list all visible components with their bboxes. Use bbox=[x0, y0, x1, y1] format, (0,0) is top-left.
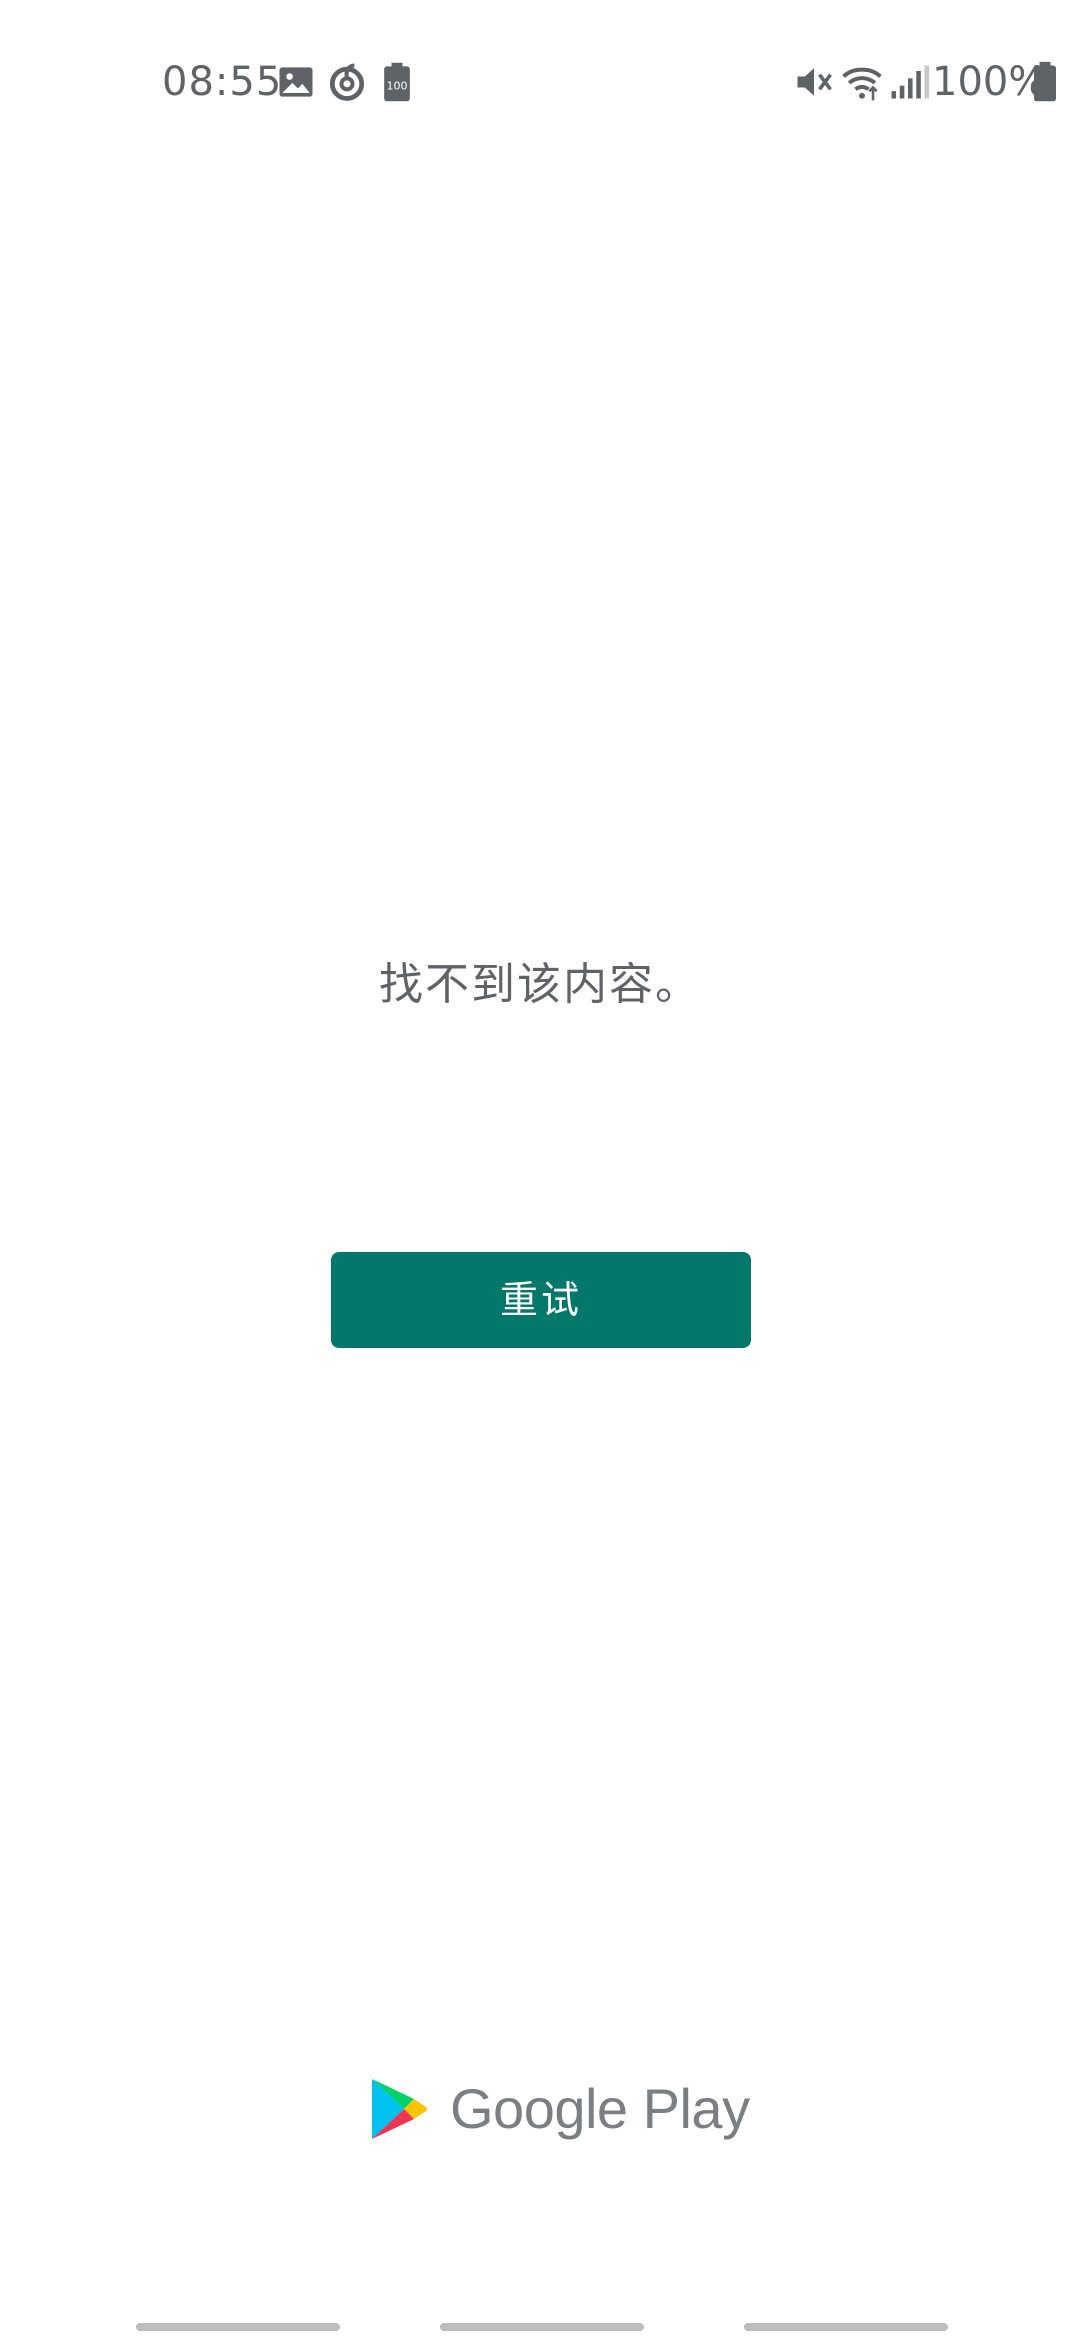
netease-music-icon bbox=[325, 60, 369, 104]
nav-recents-handle[interactable] bbox=[136, 2323, 340, 2331]
not-found-message: 找不到该内容。 bbox=[379, 959, 701, 1010]
wifi-icon bbox=[840, 60, 884, 104]
mute-icon bbox=[792, 60, 836, 104]
google-play-wordmark: Google Play bbox=[450, 2077, 750, 2140]
status-time: 08:55 bbox=[162, 59, 283, 105]
image-icon bbox=[274, 60, 318, 104]
nav-home-handle[interactable] bbox=[440, 2323, 644, 2331]
status-bar: 08:55 100 100% bbox=[0, 0, 1080, 160]
google-play-icon bbox=[370, 2077, 428, 2141]
battery-100-icon: 100 bbox=[375, 60, 419, 104]
google-play-logo: Google Play bbox=[366, 2075, 750, 2145]
svg-text:100: 100 bbox=[387, 79, 408, 92]
retry-button[interactable]: 重试 bbox=[331, 1252, 751, 1348]
battery-icon bbox=[1030, 60, 1060, 104]
signal-icon bbox=[886, 60, 930, 104]
nav-back-handle[interactable] bbox=[744, 2323, 948, 2331]
